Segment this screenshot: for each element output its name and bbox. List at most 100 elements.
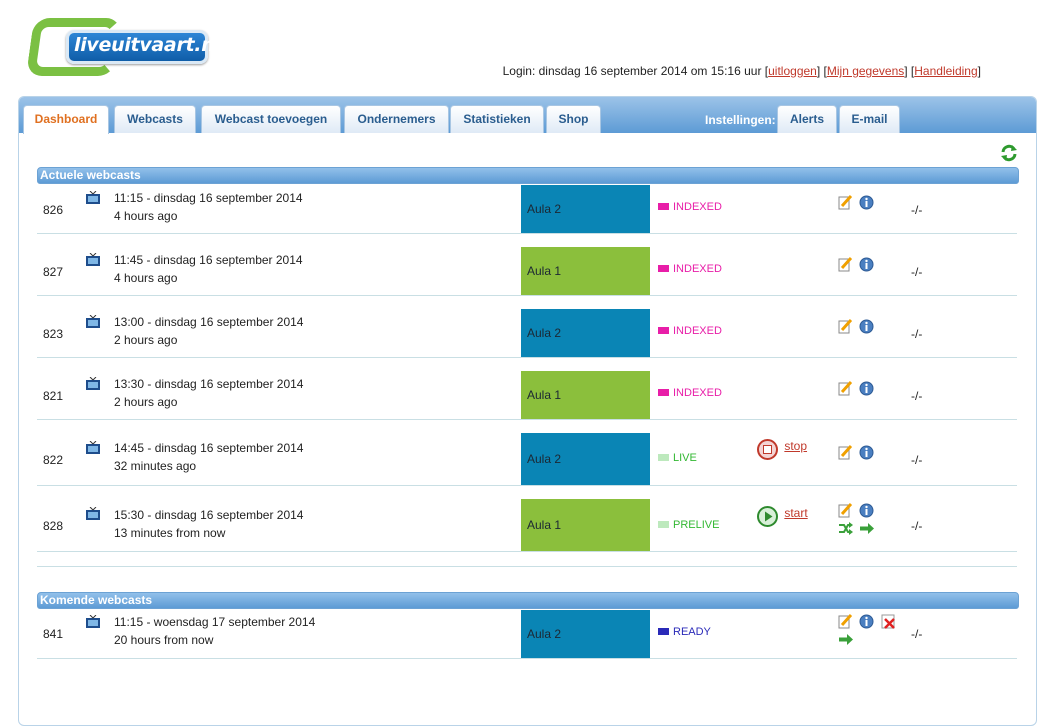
tab-webcasts[interactable]: Webcasts	[114, 105, 196, 133]
status-badge: LIVE	[658, 452, 697, 464]
webcast-datetime-text: 11:15 - woensdag 17 september 2014	[114, 615, 316, 629]
status-label: READY	[673, 626, 711, 638]
table-row: 828 15:30 - dinsdag 16 september 2014 13…	[37, 499, 1017, 552]
tv-icon	[86, 441, 100, 454]
webcast-datetime: 11:15 - woensdag 17 september 2014 20 ho…	[114, 613, 315, 649]
settings-label: Instellingen:	[705, 113, 776, 127]
info-icon[interactable]	[859, 319, 874, 334]
tv-icon	[86, 315, 100, 328]
play-icon[interactable]	[757, 506, 778, 527]
info-icon[interactable]	[859, 381, 874, 396]
status-label: INDEXED	[673, 325, 722, 337]
refresh-icon[interactable]	[1000, 144, 1018, 162]
edit-icon[interactable]	[838, 503, 853, 518]
stop-icon[interactable]	[757, 439, 778, 460]
tab-dashboard[interactable]: Dashboard	[23, 105, 109, 134]
status-indexed-icon	[658, 327, 669, 334]
webcast-id: 841	[43, 627, 64, 641]
arrow-right-icon[interactable]	[838, 632, 853, 647]
status-live-icon	[658, 454, 669, 461]
tv-icon	[86, 377, 100, 390]
row-actions	[838, 195, 877, 210]
stop-link[interactable]: stop	[784, 439, 807, 453]
tab-webcast-toevoegen[interactable]: Webcast toevoegen	[201, 105, 341, 133]
status-prelive-icon	[658, 521, 669, 528]
webcast-id: 821	[43, 389, 64, 403]
row-actions	[838, 503, 898, 536]
edit-icon[interactable]	[838, 319, 853, 334]
webcast-datetime: 11:45 - dinsdag 16 september 2014 4 hour…	[114, 251, 303, 287]
main-panel: Dashboard Webcasts Webcast toevoegen Ond…	[18, 96, 1037, 726]
logout-link[interactable]: uitloggen	[768, 64, 817, 78]
webcast-relative-time: 32 minutes ago	[114, 459, 197, 473]
edit-icon[interactable]	[838, 195, 853, 210]
webcast-id: 822	[43, 453, 64, 467]
info-icon[interactable]	[859, 257, 874, 272]
status-label: INDEXED	[673, 263, 722, 275]
shuffle-icon[interactable]	[838, 521, 853, 536]
webcast-id: 826	[43, 203, 64, 217]
webcast-datetime: 13:00 - dinsdag 16 september 2014 2 hour…	[114, 313, 303, 349]
room-badge: Aula 2	[521, 185, 650, 233]
status-badge: READY	[658, 626, 711, 638]
delete-icon[interactable]	[881, 614, 896, 629]
tab-shop[interactable]: Shop	[546, 105, 601, 133]
edit-icon[interactable]	[838, 445, 853, 460]
webcast-relative-time: 4 hours ago	[114, 271, 178, 285]
row-actions	[838, 614, 908, 647]
my-data-link[interactable]: Mijn gegevens	[827, 64, 904, 78]
tv-icon	[86, 615, 100, 628]
status-badge: INDEXED	[658, 263, 722, 275]
login-text: Login: dinsdag 16 september 2014 om 15:1…	[502, 64, 762, 78]
login-bar: Login: dinsdag 16 september 2014 om 15:1…	[502, 64, 981, 78]
logo[interactable]: liveuitvaart.nl	[25, 14, 221, 80]
status-label: INDEXED	[673, 387, 722, 399]
webcast-relative-time: 2 hours ago	[114, 395, 178, 409]
status-label: INDEXED	[673, 201, 722, 213]
webcast-datetime: 11:15 - dinsdag 16 september 2014 4 hour…	[114, 189, 303, 225]
room-badge: Aula 1	[521, 371, 650, 419]
logo-text: liveuitvaart.nl	[74, 34, 221, 56]
tab-email[interactable]: E-mail	[839, 105, 900, 133]
webcast-datetime: 13:30 - dinsdag 16 september 2014 2 hour…	[114, 375, 303, 411]
table-row: 841 11:15 - woensdag 17 september 2014 2…	[37, 610, 1017, 659]
edit-icon[interactable]	[838, 381, 853, 396]
info-icon[interactable]	[859, 503, 874, 518]
webcast-dash: -/-	[911, 203, 923, 217]
webcast-datetime: 14:45 - dinsdag 16 september 2014 32 min…	[114, 439, 303, 475]
webcast-datetime-text: 15:30 - dinsdag 16 september 2014	[114, 508, 304, 522]
table-row: 823 13:00 - dinsdag 16 september 2014 2 …	[37, 309, 1017, 358]
tv-icon	[86, 191, 100, 204]
room-badge: Aula 2	[521, 309, 650, 357]
tab-ondernemers[interactable]: Ondernemers	[344, 105, 449, 133]
room-badge: Aula 1	[521, 247, 650, 295]
tv-icon	[86, 253, 100, 266]
divider	[37, 566, 1017, 567]
start-link[interactable]: start	[784, 506, 807, 520]
status-indexed-icon	[658, 203, 669, 210]
webcast-relative-time: 20 hours from now	[114, 633, 214, 647]
row-actions	[838, 445, 877, 460]
row-actions	[838, 319, 877, 334]
start-action[interactable]: start	[757, 506, 808, 527]
webcast-relative-time: 2 hours ago	[114, 333, 178, 347]
info-icon[interactable]	[859, 445, 874, 460]
info-icon[interactable]	[859, 195, 874, 210]
arrow-right-icon[interactable]	[859, 521, 875, 536]
edit-icon[interactable]	[838, 257, 853, 272]
info-icon[interactable]	[859, 614, 874, 629]
status-badge: INDEXED	[658, 387, 722, 399]
room-badge: Aula 1	[521, 499, 650, 551]
stop-action[interactable]: stop	[757, 439, 807, 460]
table-row: 821 13:30 - dinsdag 16 september 2014 2 …	[37, 371, 1017, 420]
edit-icon[interactable]	[838, 614, 853, 629]
table-row: 826 11:15 - dinsdag 16 september 2014 4 …	[37, 185, 1017, 234]
webcast-dash: -/-	[911, 519, 923, 533]
section-upcoming-header: Komende webcasts	[37, 592, 1019, 609]
webcast-id: 827	[43, 265, 64, 279]
webcast-dash: -/-	[911, 389, 923, 403]
manual-link[interactable]: Handleiding	[914, 64, 977, 78]
tab-statistieken[interactable]: Statistieken	[450, 105, 544, 133]
webcast-datetime-text: 11:45 - dinsdag 16 september 2014	[114, 253, 303, 267]
tab-alerts[interactable]: Alerts	[777, 105, 837, 133]
